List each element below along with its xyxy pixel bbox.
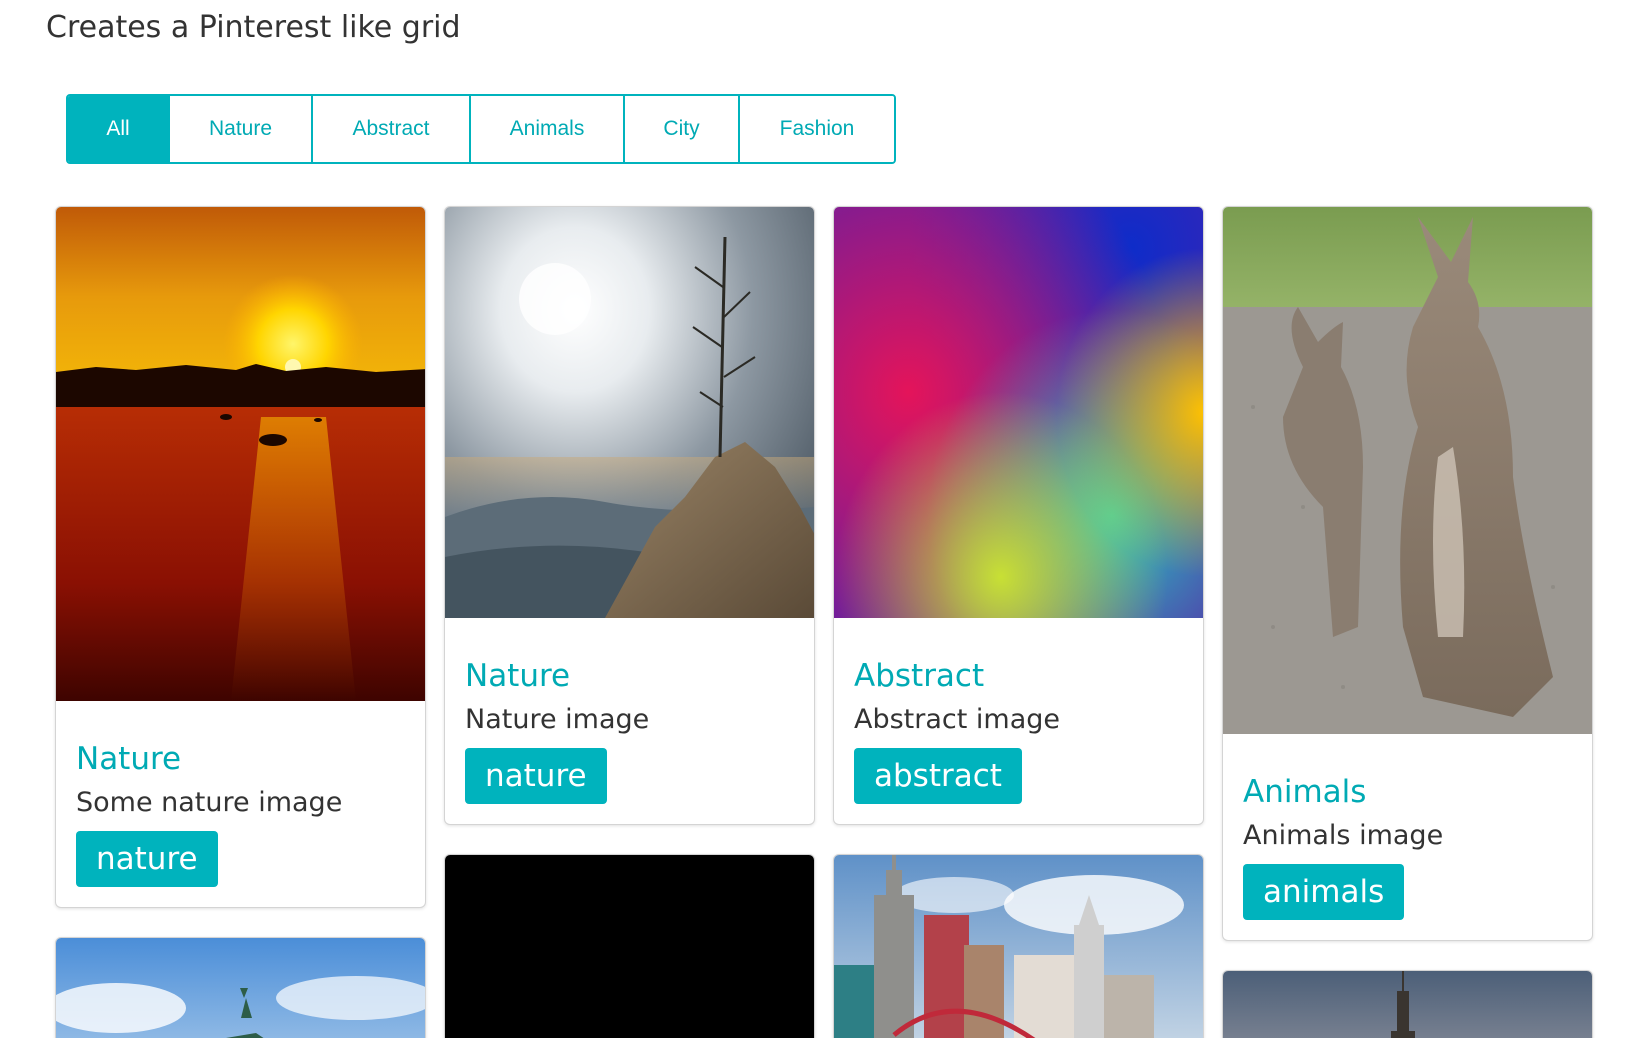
card-description: Nature image — [465, 704, 650, 735]
card-title: Nature — [76, 741, 182, 777]
kangaroos-image — [1223, 207, 1592, 734]
page-title: Creates a Pinterest like grid — [46, 10, 461, 45]
card-title: Abstract — [854, 658, 985, 694]
grid-card-abstract[interactable]: Abstract Abstract image abstract — [833, 206, 1204, 825]
grid-card-8[interactable] — [1222, 970, 1593, 1038]
statue-sky-image — [56, 938, 425, 1038]
grid-card-5[interactable] — [55, 937, 426, 1038]
grid-card-6[interactable] — [444, 854, 815, 1038]
grid-card-nature-1[interactable]: Nature Some nature image nature — [55, 206, 426, 908]
filter-abstract-button[interactable]: Abstract — [313, 96, 471, 162]
grid-card-animals[interactable]: Animals Animals image animals — [1222, 206, 1593, 941]
card-description: Some nature image — [76, 787, 343, 818]
grid-card-nature-2[interactable]: Nature Nature image nature — [444, 206, 815, 825]
black-image — [445, 855, 814, 1038]
card-title: Nature — [465, 658, 571, 694]
filter-fashion-button[interactable]: Fashion — [740, 96, 894, 162]
card-tag-badge[interactable]: nature — [465, 748, 607, 804]
tower-dusk-image — [1223, 971, 1592, 1038]
card-tag-badge[interactable]: abstract — [854, 748, 1022, 804]
card-title: Animals — [1243, 774, 1367, 810]
card-tag-badge[interactable]: nature — [76, 831, 218, 887]
filter-all-button[interactable]: All — [68, 96, 170, 162]
filter-city-button[interactable]: City — [625, 96, 740, 162]
abstract-image — [834, 207, 1203, 618]
card-description: Animals image — [1243, 820, 1444, 851]
filter-animals-button[interactable]: Animals — [471, 96, 625, 162]
category-filter-bar: All Nature Abstract Animals City Fashion — [66, 94, 896, 164]
grid-card-7[interactable] — [833, 854, 1204, 1038]
sunset-image — [56, 207, 425, 701]
card-description: Abstract image — [854, 704, 1061, 735]
card-tag-badge[interactable]: animals — [1243, 864, 1405, 920]
city-skyline-image — [834, 855, 1203, 1038]
filter-nature-button[interactable]: Nature — [170, 96, 313, 162]
tree-rock-image — [445, 207, 814, 618]
